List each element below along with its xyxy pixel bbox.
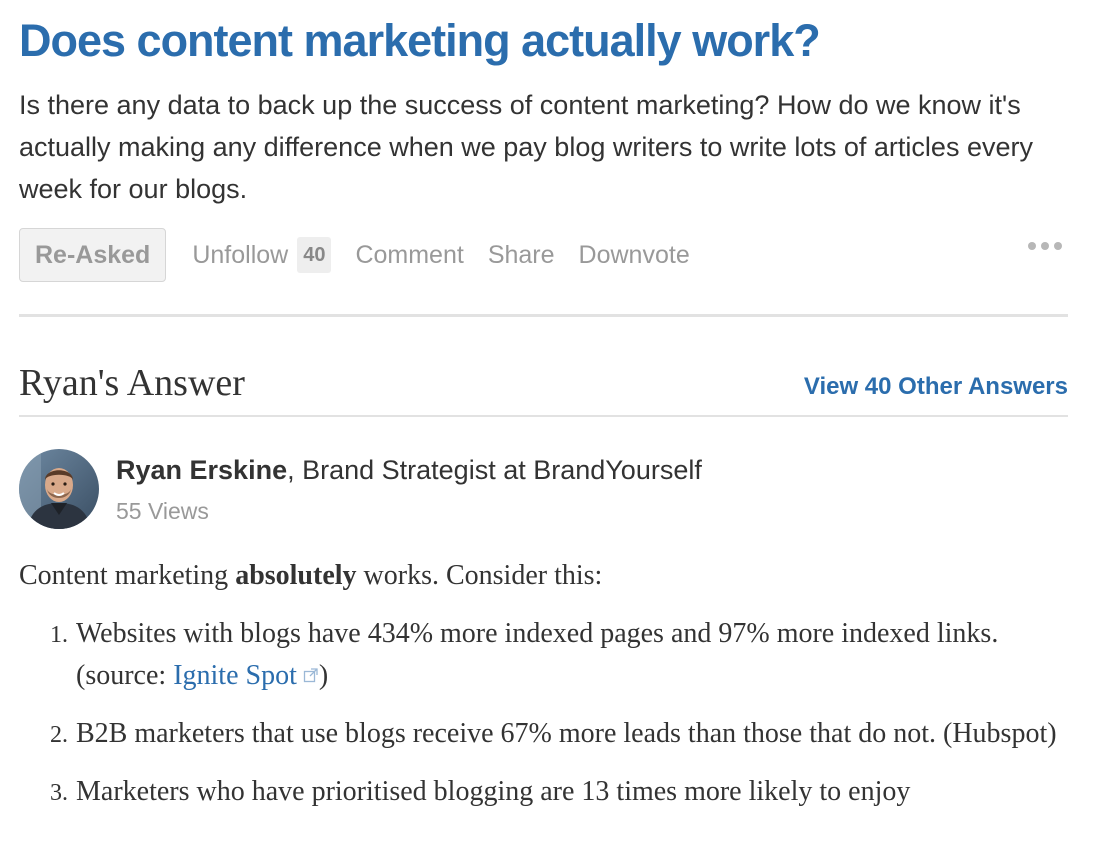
question-page: Does content marketing actually work? Is… [19, 0, 1068, 829]
author-line: Ryan Erskine, Brand Strategist at BrandY… [116, 455, 702, 486]
question-action-bar: Re-Asked Unfollow 40 Comment Share Downv… [19, 228, 1068, 282]
answer-title: Ryan's Answer [19, 362, 245, 404]
question-details: Is there any data to back up the success… [19, 90, 1033, 204]
intro-text-end: works. Consider this: [356, 560, 603, 591]
author-block: Ryan Erskine, Brand Strategist at BrandY… [19, 417, 1068, 535]
list-item-text-end: ) [318, 660, 329, 691]
question-title[interactable]: Does content marketing actually work? [19, 0, 1068, 68]
list-item: B2B marketers that use blogs receive 67%… [74, 713, 1068, 755]
unfollow-label: Unfollow [192, 240, 289, 269]
list-item: Marketers who have prioritised blogging … [74, 771, 1068, 813]
list-item: Websites with blogs have 434% more index… [74, 613, 1068, 697]
intro-text: Content marketing [19, 560, 236, 591]
comment-button[interactable]: Comment [355, 241, 463, 270]
author-credential: , Brand Strategist at BrandYourself [287, 455, 702, 485]
ellipsis-dot [1054, 242, 1062, 250]
ellipsis-dot [1041, 242, 1049, 250]
ignite-spot-link-text: Ignite Spot [173, 660, 297, 691]
share-button[interactable]: Share [488, 241, 555, 270]
avatar-photo [19, 449, 99, 529]
intro-emphasis: absolutely [235, 560, 357, 591]
avatar[interactable] [19, 449, 99, 529]
reasked-button[interactable]: Re-Asked [19, 228, 167, 282]
author-name[interactable]: Ryan Erskine [116, 455, 287, 485]
answer-intro: Content marketing absolutely works. Cons… [19, 555, 1068, 597]
view-other-answers-link[interactable]: View 40 Other Answers [804, 373, 1068, 401]
follow-count-badge: 40 [297, 237, 332, 273]
external-link-icon [303, 667, 318, 682]
ellipsis-icon[interactable] [1028, 242, 1062, 250]
answer-list: Websites with blogs have 434% more index… [19, 613, 1068, 813]
ellipsis-dot [1028, 242, 1036, 250]
view-count: 55 Views [116, 498, 209, 524]
ignite-spot-link[interactable]: Ignite Spot [173, 660, 319, 691]
downvote-button[interactable]: Downvote [579, 241, 690, 270]
answer-header: Ryan's Answer View 40 Other Answers [19, 317, 1068, 415]
unfollow-button[interactable]: Unfollow 40 [192, 237, 332, 273]
answer-body: Content marketing absolutely works. Cons… [19, 555, 1068, 813]
